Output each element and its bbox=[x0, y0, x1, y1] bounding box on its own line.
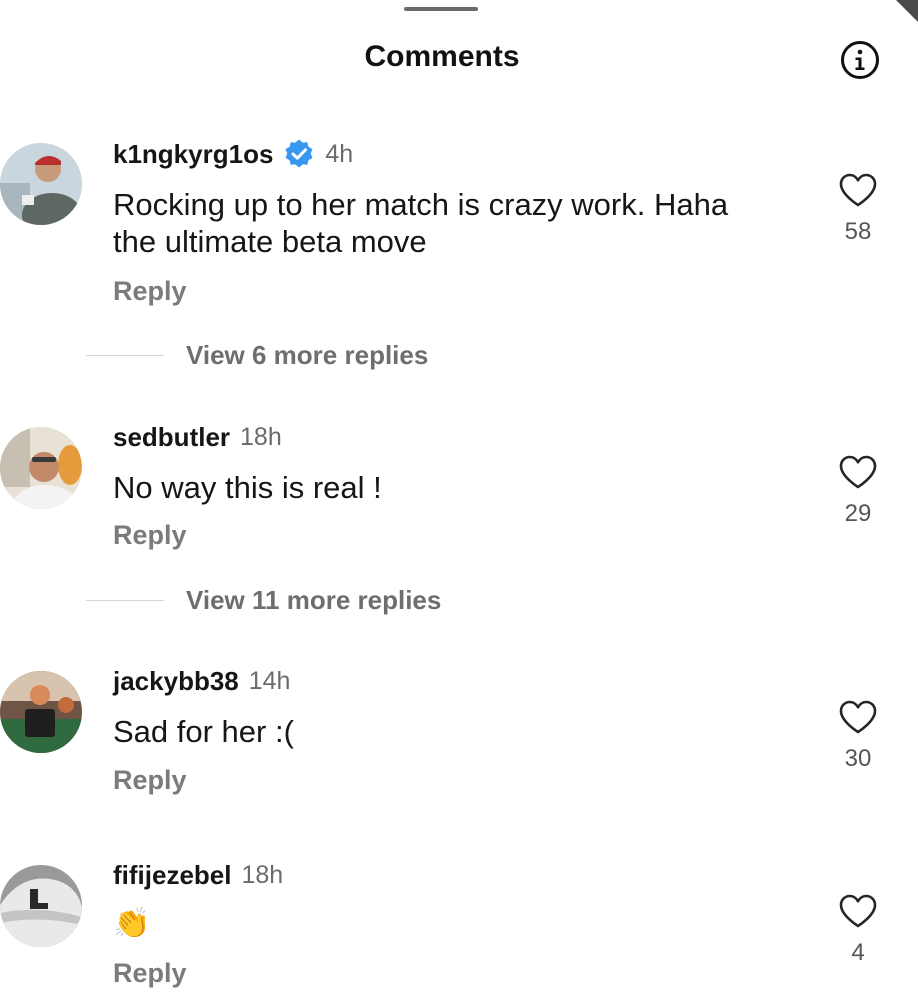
comments-sheet: Comments k1ngkyrg1os 4h Rocking up to he… bbox=[0, 0, 918, 998]
info-icon bbox=[841, 41, 879, 79]
comment-meta: k1ngkyrg1os 4h bbox=[113, 137, 353, 171]
comment-text-line: No way this is real ! bbox=[113, 470, 382, 505]
comment-meta: sedbutler 18h bbox=[113, 420, 282, 454]
comment-text-line: Rocking up to her match is crazy work. H… bbox=[113, 187, 729, 222]
heart-outline-icon[interactable] bbox=[838, 172, 878, 208]
comment-text: Sad for her :( bbox=[113, 713, 813, 750]
comment-time: 14h bbox=[248, 667, 291, 695]
comment-text-line: Sad for her :( bbox=[113, 714, 294, 749]
like-count: 29 bbox=[844, 500, 872, 527]
like-control: 58 bbox=[832, 172, 884, 246]
comment-meta: jackybb38 14h bbox=[113, 664, 290, 698]
divider bbox=[86, 354, 164, 356]
page-title: Comments bbox=[364, 40, 520, 73]
drag-handle[interactable] bbox=[404, 7, 478, 11]
clapping-hands-emoji: 👏 bbox=[113, 907, 151, 940]
divider bbox=[86, 599, 164, 601]
view-more-replies-button[interactable]: View 11 more replies bbox=[86, 585, 441, 615]
info-button[interactable] bbox=[840, 40, 880, 80]
username[interactable]: jackybb38 bbox=[113, 664, 239, 698]
comment-time: 18h bbox=[240, 423, 282, 451]
reply-button[interactable]: Reply bbox=[113, 765, 187, 796]
verified-badge-icon bbox=[283, 138, 315, 170]
avatar[interactable] bbox=[0, 143, 82, 225]
username[interactable]: fifijezebel bbox=[113, 858, 231, 892]
comment-text: 👏 bbox=[113, 907, 813, 941]
corner-shade bbox=[896, 0, 918, 22]
username[interactable]: k1ngkyrg1os bbox=[113, 137, 273, 171]
reply-button[interactable]: Reply bbox=[113, 958, 187, 989]
comment-time: 4h bbox=[325, 140, 354, 168]
like-count: 58 bbox=[844, 218, 872, 245]
heart-outline-icon[interactable] bbox=[838, 699, 878, 735]
comment-text: Rocking up to her match is crazy work. H… bbox=[113, 186, 813, 260]
avatar[interactable] bbox=[0, 427, 82, 509]
like-count: 30 bbox=[844, 745, 872, 772]
avatar[interactable] bbox=[0, 865, 82, 947]
comment-meta: fifijezebel 18h bbox=[113, 858, 283, 892]
like-count: 4 bbox=[851, 939, 865, 966]
view-replies-label: View 11 more replies bbox=[186, 584, 442, 615]
like-control: 29 bbox=[832, 454, 884, 528]
avatar[interactable] bbox=[0, 671, 82, 753]
username[interactable]: sedbutler bbox=[113, 420, 230, 454]
view-replies-label: View 6 more replies bbox=[186, 339, 429, 370]
view-more-replies-button[interactable]: View 6 more replies bbox=[86, 340, 428, 370]
heart-outline-icon[interactable] bbox=[838, 454, 878, 490]
reply-button[interactable]: Reply bbox=[113, 276, 187, 307]
comment-text-line: the ultimate beta move bbox=[113, 224, 427, 259]
like-control: 30 bbox=[832, 699, 884, 773]
like-control: 4 bbox=[832, 893, 884, 967]
reply-button[interactable]: Reply bbox=[113, 520, 187, 551]
comment-time: 18h bbox=[241, 861, 284, 889]
comment-text: No way this is real ! bbox=[113, 469, 813, 506]
heart-outline-icon[interactable] bbox=[838, 893, 878, 929]
